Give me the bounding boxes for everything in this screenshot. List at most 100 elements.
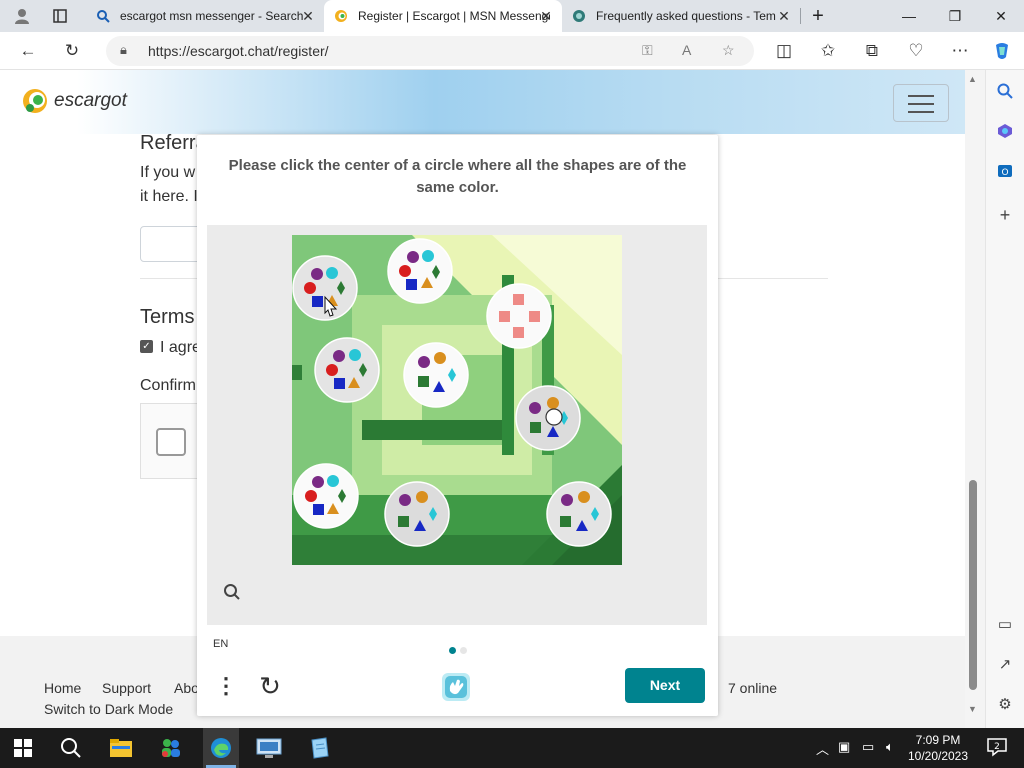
sidebar-add-icon[interactable]: + bbox=[994, 204, 1016, 226]
messenger-app-icon[interactable] bbox=[158, 736, 184, 760]
terms-agree-text: I agre bbox=[160, 339, 201, 356]
notification-center-icon[interactable]: 2 bbox=[984, 736, 1010, 760]
taskbar-search-icon[interactable] bbox=[58, 736, 84, 760]
close-window-button[interactable]: ✕ bbox=[978, 0, 1024, 32]
captcha-prompt: Please click the center of a circle wher… bbox=[228, 157, 687, 196]
remote-desktop-icon[interactable] bbox=[256, 736, 282, 760]
windows-taskbar: ︿ ▣ ▭ 🔈︎ 7:09 PM 10/20/2023 2 bbox=[0, 728, 1024, 768]
tab-faq[interactable]: Frequently asked questions - Tem ✕ bbox=[562, 0, 800, 32]
edge-browser-icon[interactable] bbox=[208, 736, 234, 760]
scroll-down-icon[interactable]: ▼ bbox=[968, 704, 977, 714]
back-button[interactable]: ← bbox=[14, 38, 42, 64]
minimize-button[interactable]: — bbox=[886, 0, 932, 32]
search-icon bbox=[96, 9, 110, 23]
sidebar-settings-icon[interactable]: ⚙ bbox=[994, 694, 1016, 716]
footer-link-about[interactable]: Abo bbox=[174, 680, 199, 696]
shape-circle-6[interactable] bbox=[515, 385, 581, 451]
restore-button[interactable]: ❐ bbox=[932, 0, 978, 32]
site-favicon-icon bbox=[572, 9, 586, 23]
sidebar-open-external-icon[interactable]: ↗ bbox=[994, 654, 1016, 676]
clock-time: 7:09 PM bbox=[915, 733, 961, 747]
file-explorer-icon[interactable] bbox=[108, 736, 134, 760]
system-clock[interactable]: 7:09 PM 10/20/2023 bbox=[906, 732, 970, 764]
escargot-favicon-icon bbox=[334, 9, 348, 23]
sidebar-panel-icon[interactable]: ▭ bbox=[994, 614, 1016, 636]
captcha-checkbox[interactable] bbox=[156, 428, 186, 456]
browser-toolbar: ← ↻ 🔒︎ https://escargot.chat/register/ ⚿… bbox=[0, 32, 1024, 70]
volume-muted-icon[interactable]: 🔈︎ bbox=[886, 739, 894, 755]
address-bar[interactable]: 🔒︎ https://escargot.chat/register/ ⚿ A ☆ bbox=[106, 36, 754, 66]
site-header: escargot bbox=[0, 70, 965, 134]
page-indicator bbox=[447, 641, 469, 659]
escargot-logo-icon bbox=[23, 89, 47, 113]
page-scrollbar[interactable]: ▲ ▼ bbox=[965, 70, 985, 728]
terms-checkbox[interactable]: ✓ bbox=[140, 340, 153, 353]
tab-divider bbox=[800, 8, 801, 24]
footer-link-home[interactable]: Home bbox=[44, 680, 81, 696]
url-text[interactable]: https://escargot.chat/register/ bbox=[148, 43, 329, 59]
shape-circle-9[interactable] bbox=[546, 481, 612, 547]
language-selector[interactable]: EN bbox=[213, 638, 228, 650]
tab-search[interactable]: escargot msn messenger - Search ✕ bbox=[86, 0, 324, 32]
close-icon[interactable]: ✕ bbox=[538, 8, 554, 24]
shape-circle-5[interactable] bbox=[403, 342, 469, 408]
clock-date: 10/20/2023 bbox=[907, 749, 969, 763]
brand-name: escargot bbox=[54, 90, 127, 111]
tray-app-icon[interactable]: ▣ bbox=[838, 739, 850, 755]
tab-strip: escargot msn messenger - Search ✕ Regist… bbox=[0, 0, 1024, 32]
favorite-star-icon[interactable]: ☆ bbox=[722, 42, 735, 59]
shape-circle-3[interactable] bbox=[486, 283, 552, 349]
lock-icon[interactable]: 🔒︎ bbox=[120, 42, 127, 58]
scroll-thumb[interactable] bbox=[969, 480, 977, 690]
page-dot bbox=[460, 647, 467, 654]
scroll-up-icon[interactable]: ▲ bbox=[968, 74, 977, 84]
favorites-icon[interactable]: ✩ bbox=[814, 38, 842, 64]
hcaptcha-logo-icon[interactable] bbox=[440, 671, 472, 703]
selection-marker bbox=[545, 408, 563, 426]
next-button[interactable]: Next bbox=[625, 668, 705, 703]
read-aloud-icon[interactable]: A bbox=[682, 42, 691, 58]
page-dot-active bbox=[449, 647, 456, 654]
more-menu-icon[interactable]: ⋯ bbox=[946, 38, 974, 64]
svg-text:O: O bbox=[1001, 168, 1008, 178]
nav-menu-button[interactable] bbox=[893, 84, 949, 122]
captcha-challenge-dialog: Please click the center of a circle wher… bbox=[197, 135, 718, 716]
tab-register[interactable]: Register | Escargot | MSN Messenger ✕ bbox=[324, 0, 562, 32]
dark-mode-toggle[interactable]: Switch to Dark Mode bbox=[44, 701, 173, 717]
collections-icon[interactable]: ⧉ bbox=[858, 38, 886, 64]
captcha-refresh-button[interactable]: ↻ bbox=[255, 671, 285, 701]
sidebar-copilot-icon[interactable] bbox=[994, 120, 1016, 142]
captcha-challenge-image[interactable] bbox=[292, 235, 622, 565]
shape-circle-4[interactable] bbox=[314, 337, 380, 403]
tab-title: Frequently asked questions - Tem bbox=[596, 9, 776, 23]
sidebar-search-icon[interactable] bbox=[994, 80, 1016, 102]
shape-circle-8[interactable] bbox=[384, 481, 450, 547]
tray-chevron-icon[interactable]: ︿ bbox=[816, 739, 829, 758]
footer-link-support[interactable]: Support bbox=[102, 680, 151, 696]
close-icon[interactable]: ✕ bbox=[776, 8, 792, 24]
sidebar-outlook-icon[interactable]: O bbox=[994, 160, 1016, 182]
close-icon[interactable]: ✕ bbox=[300, 8, 316, 24]
notification-count: 2 bbox=[994, 742, 1000, 752]
tab-title: escargot msn messenger - Search bbox=[120, 9, 304, 23]
referral-text-line1: If you w bbox=[140, 164, 196, 181]
captcha-menu-button[interactable]: ⋮ bbox=[215, 673, 237, 699]
browser-essentials-icon[interactable]: ♡ bbox=[902, 38, 930, 64]
referral-text-line2: it here. I bbox=[140, 188, 198, 205]
split-screen-icon[interactable]: ◫ bbox=[770, 38, 798, 64]
profile-icon[interactable] bbox=[6, 0, 38, 32]
tab-actions-icon[interactable] bbox=[44, 0, 76, 32]
new-tab-button[interactable]: + bbox=[802, 0, 834, 32]
network-icon[interactable]: ▭ bbox=[862, 739, 874, 755]
tab-title: Register | Escargot | MSN Messenger bbox=[358, 9, 550, 23]
key-icon[interactable]: ⚿ bbox=[642, 42, 653, 59]
start-button-icon[interactable] bbox=[10, 736, 36, 760]
refresh-button[interactable]: ↻ bbox=[58, 38, 86, 64]
brand-logo[interactable]: escargot bbox=[22, 86, 127, 116]
shape-circle-2[interactable] bbox=[387, 238, 453, 304]
copilot-icon[interactable] bbox=[988, 38, 1016, 64]
notepad-app-icon[interactable] bbox=[306, 736, 332, 760]
shape-circle-7[interactable] bbox=[293, 463, 359, 529]
zoom-search-icon[interactable] bbox=[223, 583, 241, 606]
online-count: 7 online bbox=[728, 680, 778, 696]
